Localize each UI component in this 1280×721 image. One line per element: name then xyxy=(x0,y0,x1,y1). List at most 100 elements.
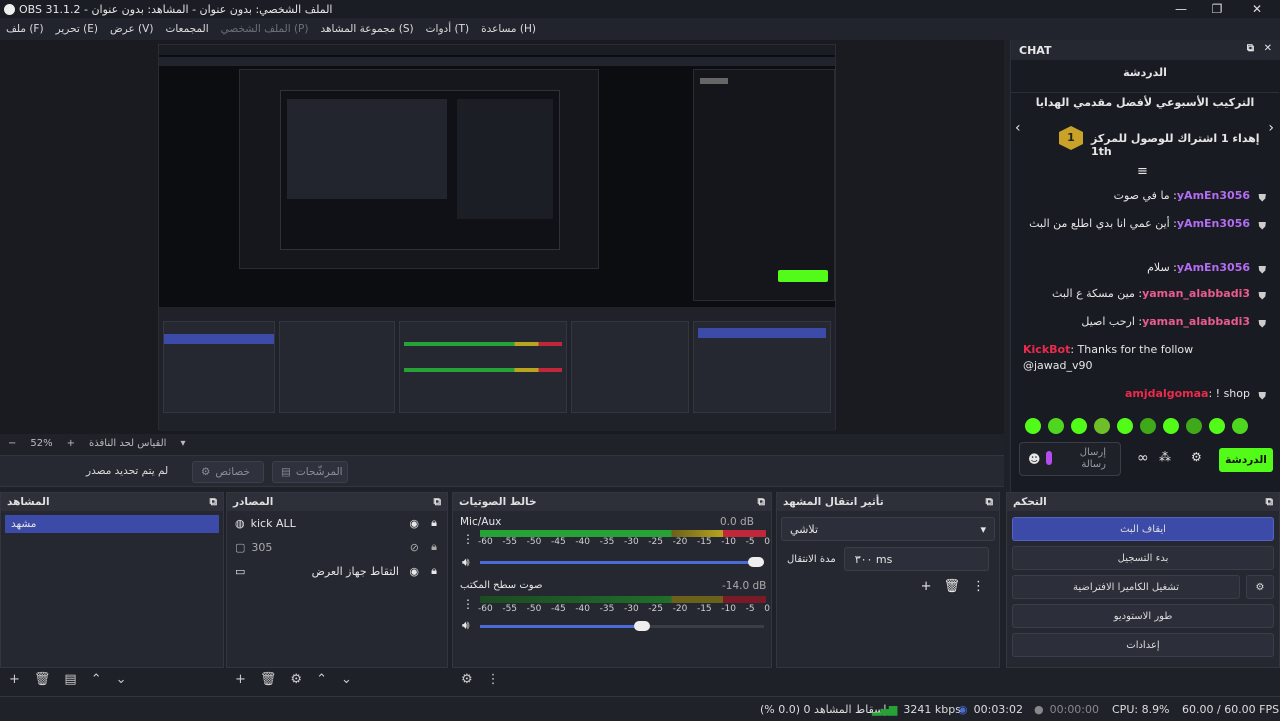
undock-icon[interactable]: ⧉ xyxy=(758,496,766,509)
move-up-icon[interactable]: ⌃ xyxy=(316,672,327,687)
chat-tab[interactable]: الدردشة xyxy=(1011,62,1279,92)
menu-docks[interactable]: المجمعات xyxy=(165,23,208,35)
zoom-in-button[interactable]: + xyxy=(67,438,75,449)
menu-dots-icon[interactable]: ⋮ xyxy=(972,579,985,594)
menu-edit[interactable]: تحرير (E) xyxy=(56,23,98,35)
mic-icon[interactable] xyxy=(1046,451,1052,465)
close-icon[interactable]: ✕ xyxy=(1264,43,1272,54)
lock-icon[interactable]: 🔒︎ xyxy=(431,516,437,530)
volume-slider-fill xyxy=(480,625,642,628)
chat-message: ⛊yAmEn3056: سلام xyxy=(1147,261,1266,276)
maximize-button[interactable]: ❐ xyxy=(1200,0,1234,18)
emote-icon[interactable] xyxy=(1232,418,1248,434)
filter-icon[interactable]: ▤ xyxy=(64,672,76,687)
chat-username[interactable]: amjdalgomaa xyxy=(1125,387,1208,400)
zoom-out-button[interactable]: − xyxy=(8,438,16,449)
emote-icon[interactable] xyxy=(1025,418,1041,434)
preview-canvas[interactable] xyxy=(158,44,836,431)
menu-file[interactable]: ملف (F) xyxy=(6,23,44,35)
trash-icon[interactable]: 🗑 xyxy=(34,672,51,687)
chat-username[interactable]: yAmEn3056 xyxy=(1177,189,1250,202)
controls-header: التحكم ⧉ xyxy=(1007,493,1279,511)
menu-tools[interactable]: أدوات (T) xyxy=(426,23,469,35)
menu-view[interactable]: عرض (V) xyxy=(110,23,153,35)
close-button[interactable]: ✕ xyxy=(1240,0,1274,18)
add-icon[interactable]: + xyxy=(921,579,932,594)
start-recording-button[interactable]: بدء التسجيل xyxy=(1012,546,1274,570)
chat-username[interactable]: yaman_alabbadi3 xyxy=(1142,315,1250,328)
chat-input[interactable]: إرسال رسالة ☻ xyxy=(1019,442,1121,476)
eye-icon[interactable]: ◉ xyxy=(409,517,419,530)
emote-icon[interactable] xyxy=(1071,418,1087,434)
eye-icon[interactable]: ◉ xyxy=(409,565,419,578)
lock-icon[interactable]: 🔒︎ xyxy=(431,540,437,554)
move-down-icon[interactable]: ⌄ xyxy=(341,672,352,687)
menu-profile[interactable]: الملف الشخصي (P) xyxy=(221,23,309,35)
add-icon[interactable]: + xyxy=(235,672,246,687)
trash-icon[interactable]: 🗑 xyxy=(943,579,960,594)
chat-send-button[interactable]: الدردشة xyxy=(1219,448,1273,472)
undock-icon[interactable]: ⧉ xyxy=(1247,43,1254,54)
stop-streaming-button[interactable]: ايقاف البث xyxy=(1012,517,1274,541)
bitrate: ▂▄▆ 3241 kbps xyxy=(872,697,961,721)
undock-icon[interactable]: ⧉ xyxy=(434,496,442,509)
volume-slider[interactable] xyxy=(480,561,764,564)
speaker-icon[interactable]: 🔊︎ xyxy=(462,555,470,570)
trash-icon[interactable]: 🗑 xyxy=(260,672,277,687)
emote-icon[interactable] xyxy=(1094,418,1110,434)
properties-button[interactable]: ⚙ خصائص xyxy=(192,461,264,483)
chevron-left-icon[interactable]: ‹ xyxy=(1015,120,1021,136)
emote-icon[interactable] xyxy=(1163,418,1179,434)
emote-icon[interactable] xyxy=(1186,418,1202,434)
chevron-down-icon[interactable]: ▾ xyxy=(180,438,185,449)
advanced-audio-icon[interactable]: ⚙ xyxy=(461,672,473,687)
emote-icon[interactable] xyxy=(1048,418,1064,434)
emote-icon[interactable] xyxy=(1140,418,1156,434)
chat-username[interactable]: yAmEn3056 xyxy=(1177,261,1250,274)
move-down-icon[interactable]: ⌄ xyxy=(116,672,127,687)
virtual-camera-settings-button[interactable]: ⚙ xyxy=(1246,575,1274,599)
audio-meter xyxy=(480,530,766,537)
lock-icon[interactable]: 🔒︎ xyxy=(431,564,437,578)
undock-icon[interactable]: ⧉ xyxy=(986,496,994,509)
chat-username[interactable]: KickBot xyxy=(1023,343,1070,356)
scene-item[interactable]: مشهد xyxy=(5,515,219,533)
nested-chat xyxy=(693,69,835,301)
menu-dots-icon[interactable]: ⋮ xyxy=(462,597,474,611)
transition-select[interactable]: تلاشي ▾ xyxy=(781,517,995,541)
menu-dots-icon[interactable]: ⋮ xyxy=(487,672,500,687)
users-icon[interactable]: ⁂ xyxy=(1159,450,1171,464)
menu-scene-collection[interactable]: مجموعة المشاهد (S) xyxy=(321,23,414,35)
infinity-icon[interactable]: ∞ xyxy=(1137,450,1149,466)
source-item[interactable]: ▢ 305 ⊘ 🔒︎ xyxy=(227,535,447,559)
transition-selected: تلاشي xyxy=(790,522,819,536)
virtual-camera-button[interactable]: تشغيل الكاميرا الافتراضية xyxy=(1012,575,1240,599)
speaker-icon[interactable]: 🔊︎ xyxy=(462,618,470,633)
menu-help[interactable]: مساعدة (H) xyxy=(481,23,536,35)
source-item[interactable]: ▭ التقاط جهاز العرض ◉ 🔒︎ xyxy=(227,559,447,583)
duration-spinbox[interactable]: ٣٠٠ ms xyxy=(843,547,989,571)
gear-icon[interactable]: ⚙ xyxy=(290,672,302,687)
eye-hidden-icon[interactable]: ⊘ xyxy=(410,541,419,554)
add-icon[interactable]: + xyxy=(9,672,20,687)
emote-icon[interactable] xyxy=(1117,418,1133,434)
scale-mode-select[interactable]: القياس لحد النافذة xyxy=(89,438,166,449)
undock-icon[interactable]: ⧉ xyxy=(1266,496,1274,509)
emote-icon[interactable] xyxy=(1209,418,1225,434)
move-up-icon[interactable]: ⌃ xyxy=(91,672,102,687)
menu-dots-icon[interactable]: ⋮ xyxy=(462,532,474,546)
studio-mode-button[interactable]: طور الاستوديو xyxy=(1012,604,1274,628)
settings-button[interactable]: إعدادات xyxy=(1012,633,1274,657)
collapse-icon[interactable]: ≡ xyxy=(1137,164,1148,179)
gear-icon[interactable]: ⚙ xyxy=(1191,450,1202,464)
emoji-icon[interactable]: ☻ xyxy=(1028,452,1041,466)
source-item[interactable]: ◍ kick ALL ◉ 🔒︎ xyxy=(227,511,447,535)
chat-username[interactable]: yaman_alabbadi3 xyxy=(1142,287,1250,300)
volume-slider-handle[interactable] xyxy=(634,621,650,631)
volume-slider-handle[interactable] xyxy=(748,557,764,567)
filters-button[interactable]: ▤ المرشّحات xyxy=(272,461,348,483)
obs-logo-icon xyxy=(4,3,15,15)
minimize-button[interactable]: — xyxy=(1164,0,1198,18)
chat-username[interactable]: yAmEn3056 xyxy=(1177,217,1250,230)
undock-icon[interactable]: ⧉ xyxy=(210,496,218,509)
